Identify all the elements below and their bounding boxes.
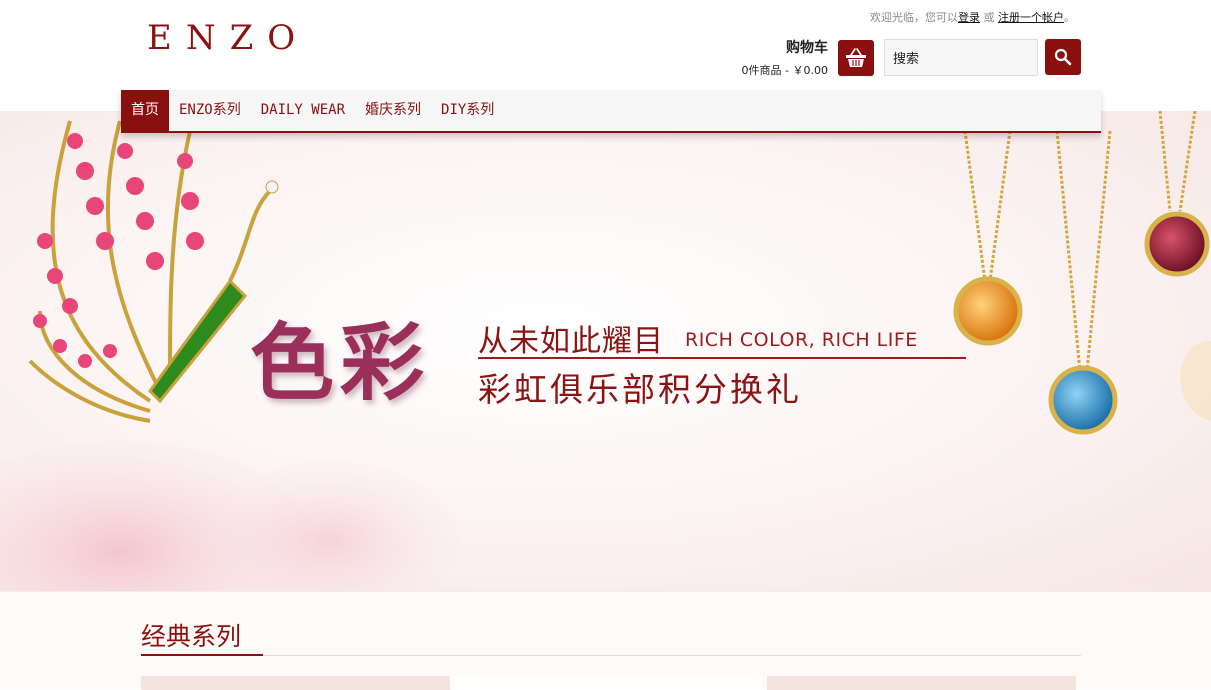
site-logo[interactable]: ENZO	[147, 18, 309, 58]
welcome-text: 欢迎光临，您可以	[870, 11, 958, 24]
topaz-pendant	[1048, 365, 1118, 435]
search-button[interactable]	[1045, 39, 1081, 75]
butterfly	[1180, 341, 1211, 421]
shopping-basket-icon	[846, 48, 866, 67]
section-title-underline	[141, 654, 263, 656]
register-link[interactable]: 注册一个帐户	[998, 11, 1064, 24]
main-nav: 首页 ENZO系列 DAILY WEAR 婚庆系列 DIY系列	[121, 90, 1101, 133]
banner-headline-en: RICH COLOR, RICH LIFE	[685, 329, 918, 351]
cart-button[interactable]	[838, 40, 874, 76]
banner-subline-cn: 彩虹俱乐部积分换礼	[478, 370, 802, 409]
classic-series-section: 经典系列	[0, 591, 1211, 690]
banner-headline-cn: 从未如此耀目	[478, 324, 664, 359]
product-thumbnail[interactable]	[141, 676, 450, 690]
login-link[interactable]: 登录	[958, 11, 980, 24]
diamond	[265, 180, 279, 194]
product-thumbnail[interactable]	[767, 676, 1076, 690]
cart-summary: 0件商品 - ￥0.00	[741, 64, 828, 77]
nav-item-daily-wear[interactable]: DAILY WEAR	[251, 90, 355, 131]
promo-banner[interactable]: 色彩 从未如此耀目 RICH COLOR, RICH LIFE 彩虹俱乐部积分换…	[0, 111, 1211, 591]
search-icon	[1054, 48, 1072, 66]
section-title: 经典系列	[141, 622, 242, 651]
product-thumbnail[interactable]	[454, 676, 763, 690]
citrine-pendant	[953, 276, 1023, 346]
welcome-bar: 欢迎光临，您可以登录 或 注册一个帐户。	[870, 9, 1075, 25]
brooch-neck	[228, 189, 272, 282]
banner-divider	[478, 357, 966, 359]
cart-title[interactable]: 购物车	[760, 37, 828, 57]
nav-item-wedding-series[interactable]: 婚庆系列	[355, 90, 431, 131]
nav-item-diy-series[interactable]: DIY系列	[431, 90, 504, 131]
section-divider	[141, 655, 1081, 656]
welcome-suffix: 。	[1064, 11, 1075, 24]
garnet-pendant	[1144, 211, 1210, 277]
nav-item-home[interactable]: 首页	[121, 90, 169, 131]
green-gem	[148, 278, 248, 404]
nav-item-enzo-series[interactable]: ENZO系列	[169, 90, 251, 131]
search-input[interactable]	[884, 39, 1038, 76]
banner-big-title: 色彩	[250, 313, 431, 412]
welcome-or-text: 或	[980, 11, 998, 24]
